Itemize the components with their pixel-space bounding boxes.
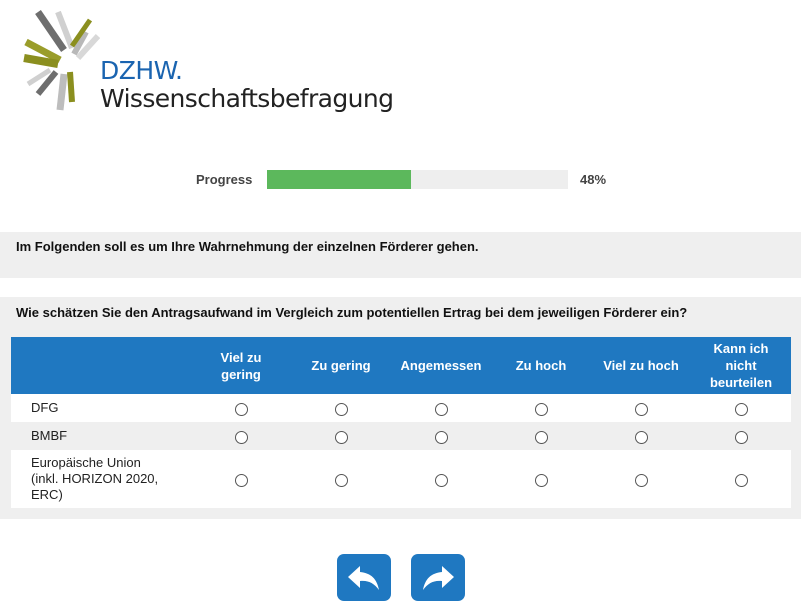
progress-value: 48% [580, 172, 607, 187]
progress-fill [267, 170, 411, 189]
radio-option[interactable] [734, 402, 748, 416]
radio-option[interactable] [534, 430, 548, 444]
dzhw-logo: DZHW. Wissenschaftsbefragung [20, 6, 400, 116]
intro-panel: Im Folgenden soll es um Ihre Wahrnehmung… [0, 232, 801, 278]
radio-option[interactable] [634, 430, 648, 444]
radio-option[interactable] [534, 402, 548, 416]
progress-track [267, 170, 568, 189]
radio-option[interactable] [734, 473, 748, 487]
column-header-label: Zu hoch [515, 358, 567, 373]
radio-option[interactable] [234, 473, 248, 487]
row-label: DFG [11, 394, 191, 422]
column-header: Viel zu hoch [591, 337, 691, 394]
arrow-forward-icon [423, 566, 454, 590]
radio-option[interactable] [434, 402, 448, 416]
question-text: Wie schätzen Sie den Antragsaufwand im V… [16, 305, 688, 320]
column-header: Viel zu gering [191, 337, 291, 394]
radio-option[interactable] [334, 402, 348, 416]
progress-label: Progress [196, 172, 253, 187]
column-header-label: Viel zu hoch [603, 358, 679, 373]
arrow-back-icon [348, 566, 379, 590]
response-matrix: Viel zu gering Zu gering Angemessen Zu h… [11, 337, 791, 508]
back-button[interactable] [337, 554, 391, 601]
matrix-header-corner [11, 337, 191, 394]
matrix-header-row: Viel zu gering Zu gering Angemessen Zu h… [11, 337, 791, 394]
question-panel: Wie schätzen Sie den Antragsaufwand im V… [0, 297, 801, 519]
column-header-label: Kann ich nicht beurteilen [709, 341, 773, 390]
radio-option[interactable] [334, 430, 348, 444]
column-header-label: Viel zu gering [220, 349, 262, 382]
radio-option[interactable] [434, 430, 448, 444]
column-header: Zu hoch [491, 337, 591, 394]
row-label: Europäische Union (inkl. HORIZON 2020, E… [11, 450, 191, 508]
matrix-row-dfg: DFG [11, 394, 791, 422]
column-header: Angemessen [391, 337, 491, 394]
column-header-label: Zu gering [311, 358, 371, 373]
radio-option[interactable] [634, 473, 648, 487]
radio-option[interactable] [534, 473, 548, 487]
matrix-row-eu: Europäische Union (inkl. HORIZON 2020, E… [11, 450, 791, 508]
radio-option[interactable] [434, 473, 448, 487]
column-header: Kann ich nicht beurteilen [691, 337, 791, 394]
radio-option[interactable] [634, 402, 648, 416]
radio-option[interactable] [334, 473, 348, 487]
progress-indicator: Progress 48% [196, 170, 616, 190]
logo-brand-text: DZHW. [100, 56, 183, 85]
radio-option[interactable] [234, 402, 248, 416]
matrix-row-bmbf: BMBF [11, 422, 791, 450]
intro-text: Im Folgenden soll es um Ihre Wahrnehmung… [16, 239, 479, 254]
radio-option[interactable] [734, 430, 748, 444]
column-header-label: Angemessen [400, 358, 482, 373]
logo-mark-icon [23, 10, 100, 111]
row-label: BMBF [11, 422, 191, 450]
radio-option[interactable] [234, 430, 248, 444]
next-button[interactable] [411, 554, 465, 601]
column-header: Zu gering [291, 337, 391, 394]
logo-subtitle-text: Wissenschaftsbefragung [100, 84, 394, 113]
